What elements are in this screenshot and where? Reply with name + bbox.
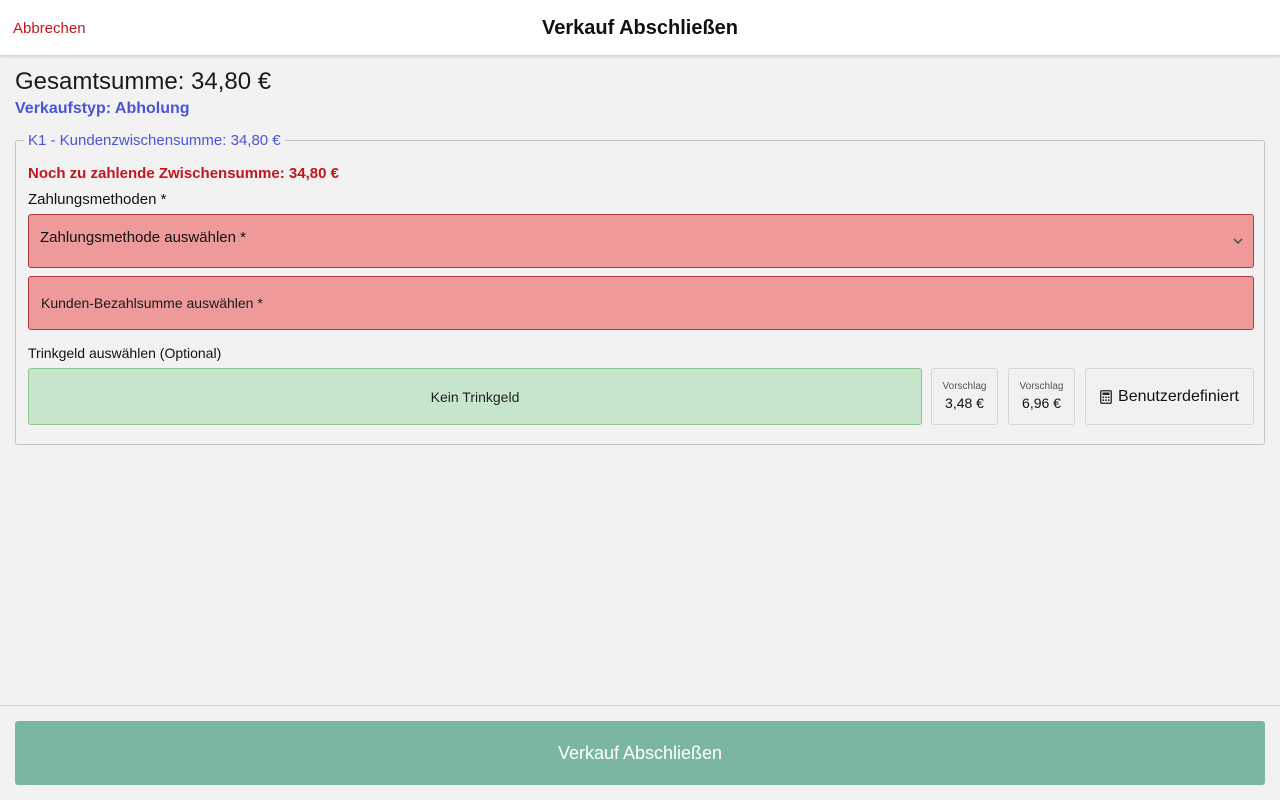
tip-suggestion-label: Vorschlag xyxy=(1019,381,1064,392)
calculator-icon xyxy=(1100,389,1112,404)
page-title: Verkauf Abschließen xyxy=(542,17,738,39)
tip-suggestion-button-2[interactable]: Vorschlag 6,96 € xyxy=(1008,368,1075,425)
custom-tip-button[interactable]: Benutzerdefiniert xyxy=(1085,368,1254,425)
remaining-subtotal: Noch zu zahlende Zwischensumme: 34,80 € xyxy=(28,165,339,182)
finish-sale-label: Verkauf Abschließen xyxy=(557,742,723,763)
chevron-down-icon xyxy=(1233,232,1243,248)
no-tip-button[interactable]: Kein Trinkgeld xyxy=(28,368,922,425)
footer-bar: Verkauf Abschließen xyxy=(0,705,1280,800)
payment-method-select-value: Zahlungsmethode auswählen * xyxy=(40,229,246,246)
no-tip-label: Kein Trinkgeld xyxy=(430,388,520,405)
tip-suggestion-value: 3,48 € xyxy=(945,395,984,411)
payment-methods-label: Zahlungsmethoden * xyxy=(28,191,167,208)
customer-payment-group: K1 - Kundenzwischensumme: 34,80 € Noch z… xyxy=(15,132,1265,445)
tip-suggestion-label: Vorschlag xyxy=(942,381,987,392)
customer-amount-input[interactable]: Kunden-Bezahlsumme auswählen * xyxy=(28,276,1254,330)
tip-label: Trinkgeld auswählen (Optional) xyxy=(28,345,222,361)
custom-tip-label: Benutzerdefiniert xyxy=(1118,387,1239,405)
sale-type: Verkaufstyp: Abholung xyxy=(15,100,190,117)
top-bar: Abbrechen Verkauf Abschließen xyxy=(0,0,1280,56)
tip-suggestion-button-1[interactable]: Vorschlag 3,48 € xyxy=(931,368,998,425)
customer-amount-placeholder: Kunden-Bezahlsumme auswählen * xyxy=(41,295,263,311)
customer-subtotal-legend: K1 - Kundenzwischensumme: 34,80 € xyxy=(24,132,285,149)
tip-suggestion-value: 6,96 € xyxy=(1022,395,1061,411)
grand-total: Gesamtsumme: 34,80 € xyxy=(15,68,272,95)
finish-sale-button[interactable]: Verkauf Abschließen xyxy=(15,721,1265,785)
payment-method-select[interactable]: Zahlungsmethode auswählen * xyxy=(28,214,1254,268)
